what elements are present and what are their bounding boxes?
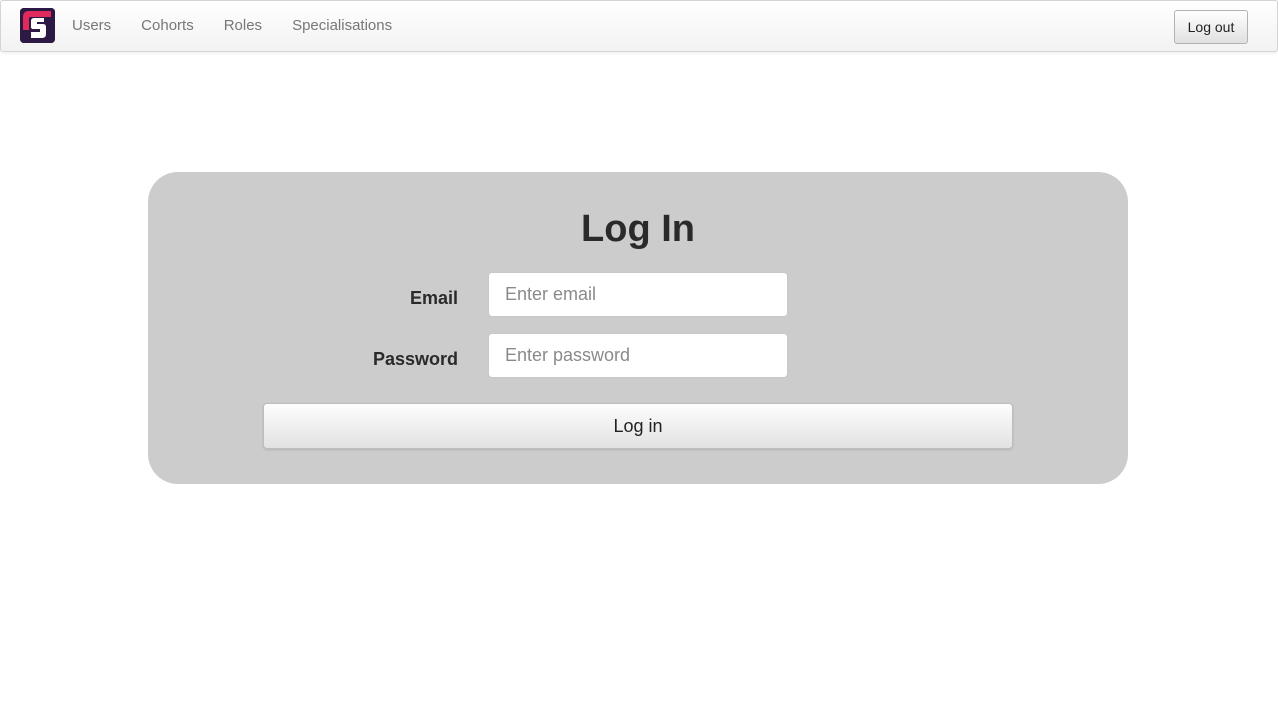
nav-link-users[interactable]: Users [57, 1, 126, 51]
app-logo-icon[interactable] [20, 8, 55, 43]
login-panel: Log In Email Password Log in [148, 172, 1128, 484]
top-navbar: Users Cohorts Roles Specialisations Log … [0, 0, 1278, 52]
email-field[interactable] [488, 272, 788, 317]
nav-link-specialisations[interactable]: Specialisations [277, 1, 407, 51]
login-title: Log In [581, 208, 695, 250]
nav-links: Users Cohorts Roles Specialisations [57, 1, 407, 51]
login-submit-button[interactable]: Log in [263, 403, 1013, 449]
nav-link-roles[interactable]: Roles [209, 1, 277, 51]
nav-link-cohorts[interactable]: Cohorts [126, 1, 209, 51]
logout-button[interactable]: Log out [1174, 10, 1248, 44]
password-label: Password [372, 349, 458, 369]
email-label: Email [409, 288, 458, 308]
password-field[interactable] [488, 333, 788, 378]
